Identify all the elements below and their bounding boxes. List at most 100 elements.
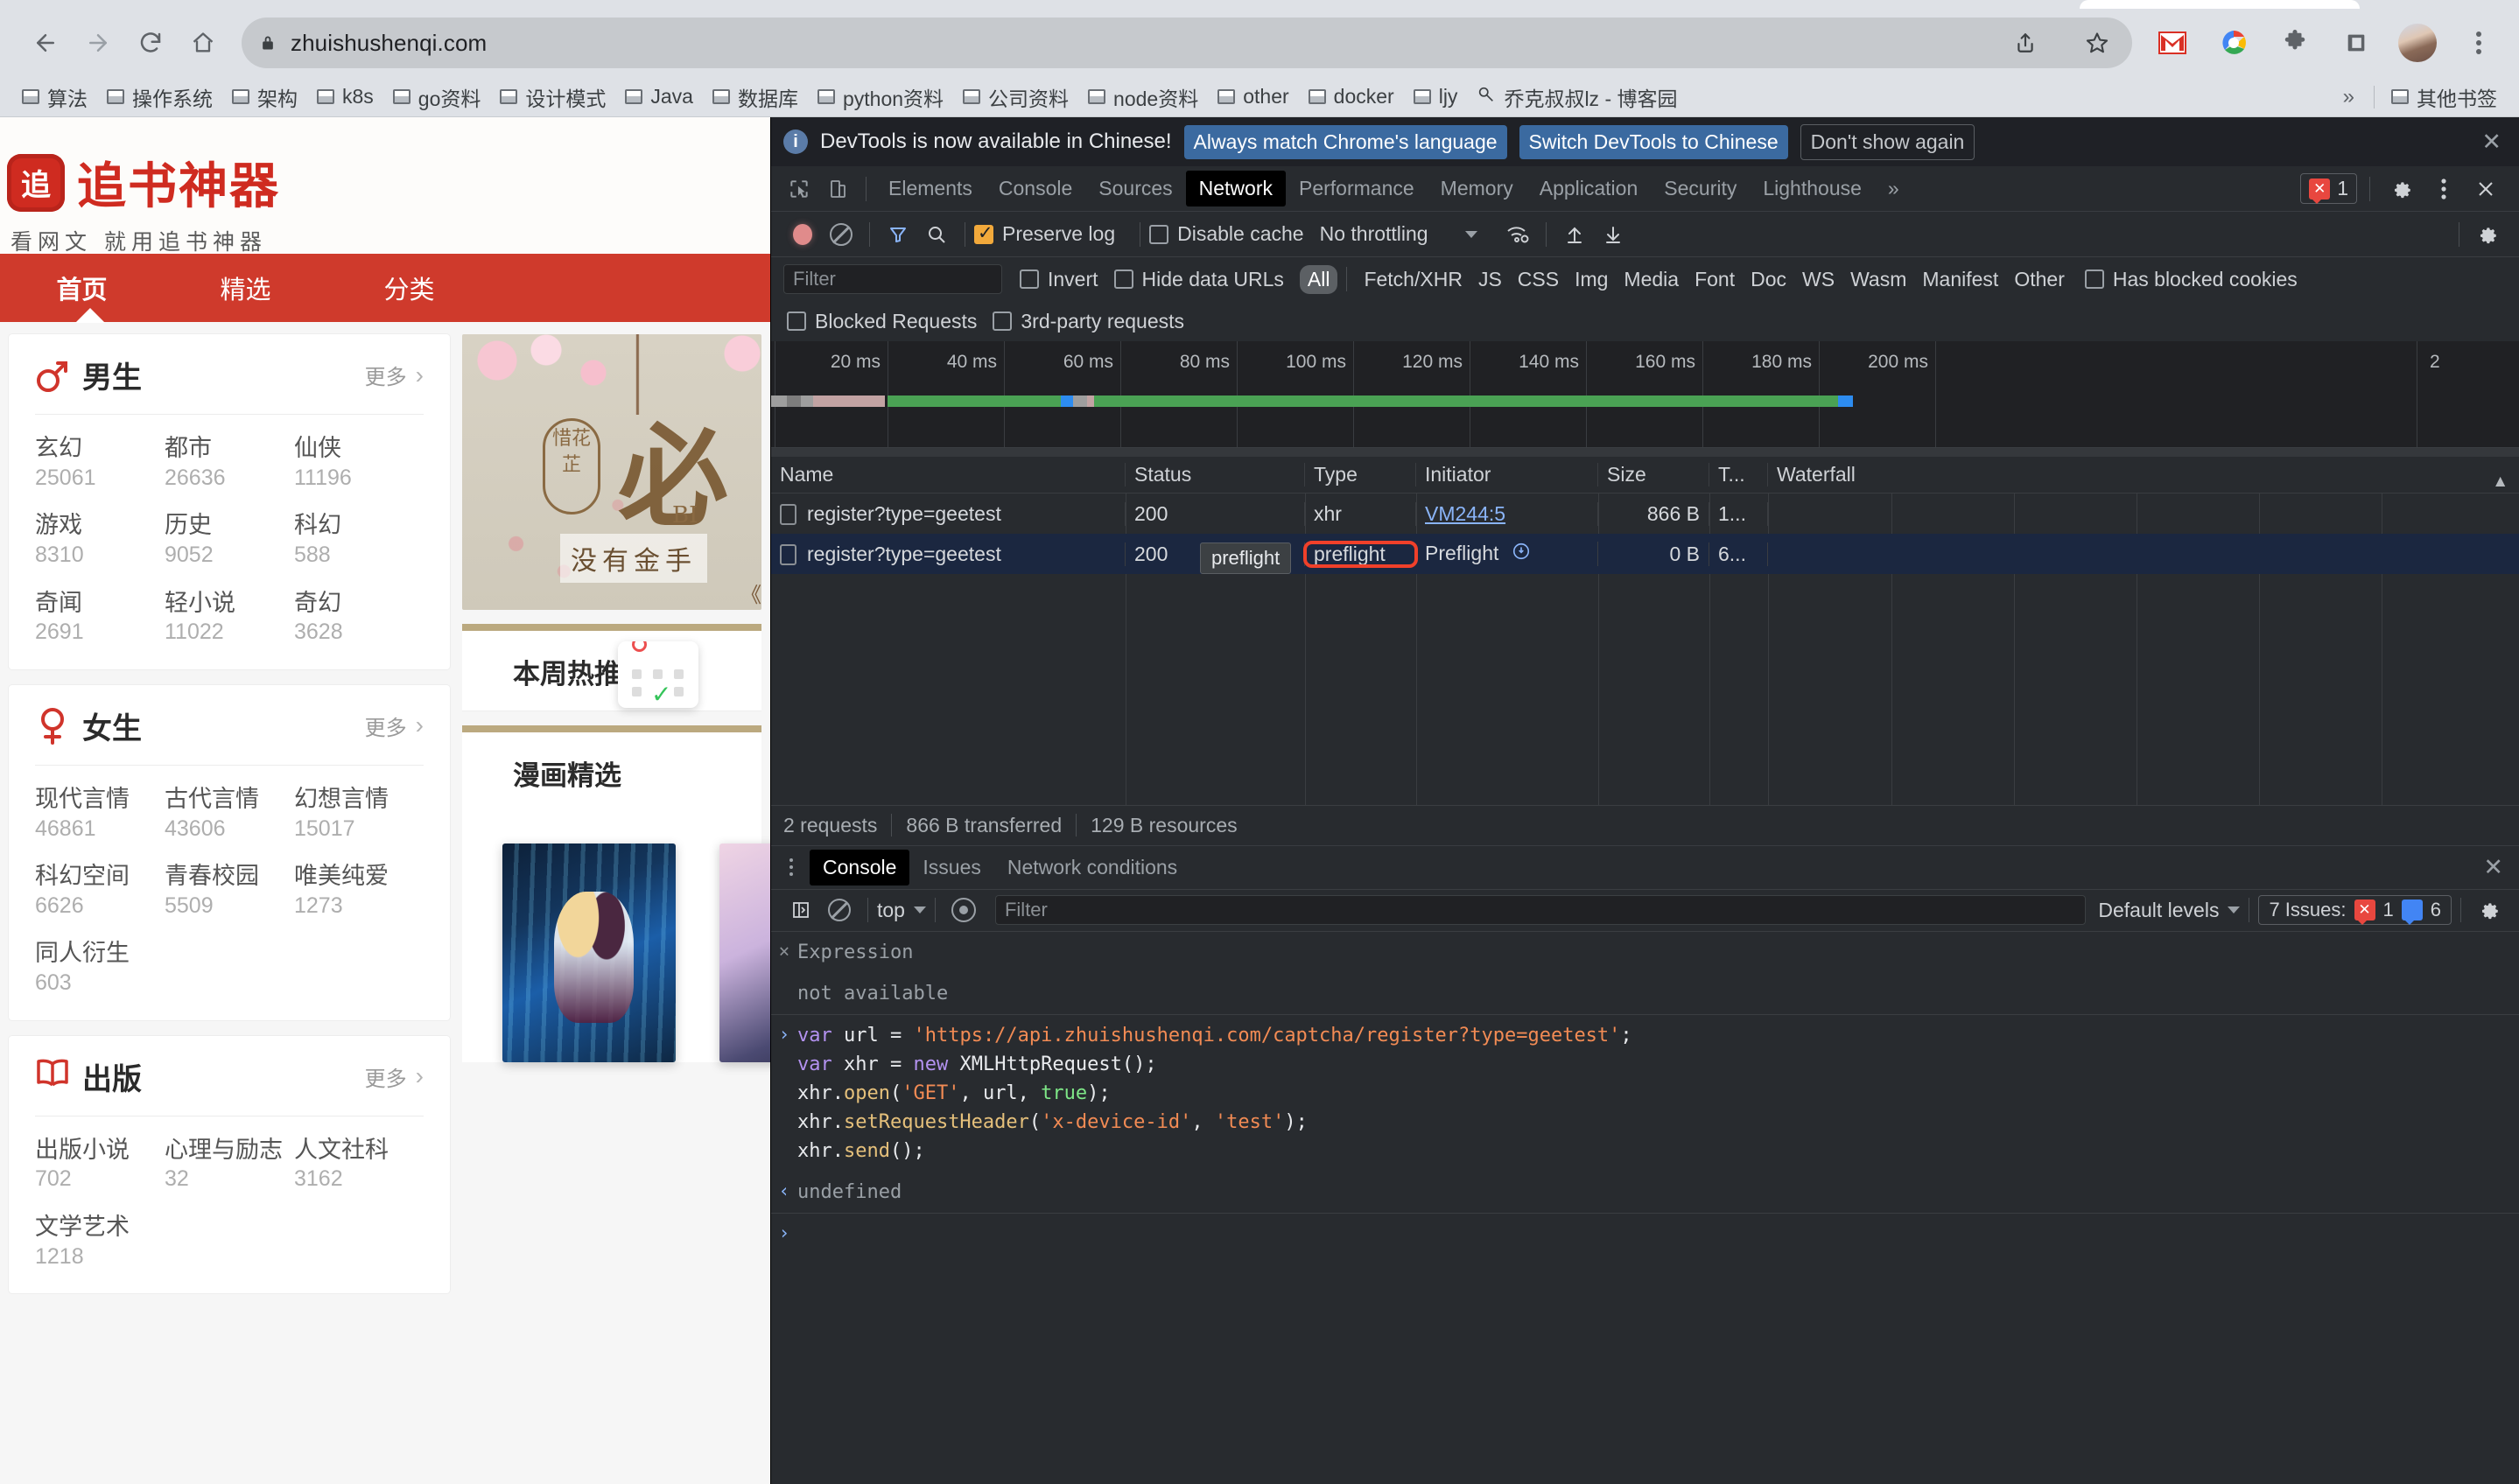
devtools-settings-gear-icon[interactable]: [2382, 172, 2421, 206]
bookmark-link-blog[interactable]: 乔克叔叔lz - 博客园: [1467, 79, 1687, 116]
console-levels-select[interactable]: Default levels: [2098, 899, 2219, 922]
drawer-tab-issues[interactable]: Issues: [909, 850, 993, 886]
request-name-cell[interactable]: register?type=geetest: [771, 542, 1126, 566]
devtools-tab-elements[interactable]: Elements: [875, 171, 986, 206]
bookmark-item[interactable]: 数据库: [703, 79, 808, 116]
chrome-menu-icon[interactable]: [2458, 22, 2500, 64]
drawer-tab-network-conditions[interactable]: Network conditions: [994, 850, 1190, 886]
bookmark-item[interactable]: 算法: [12, 79, 97, 116]
network-filter-input[interactable]: [783, 264, 1002, 294]
google-extension-icon[interactable]: [2213, 22, 2255, 64]
forward-button[interactable]: [72, 17, 124, 69]
bookmark-item[interactable]: ljy: [1404, 81, 1468, 112]
category-item[interactable]: 古代言情 43606: [165, 785, 294, 843]
close-icon[interactable]: ✕: [2481, 129, 2507, 156]
bookmark-item[interactable]: go资料: [383, 79, 491, 116]
console-prompt-row[interactable]: ›: [771, 1214, 2519, 1254]
bookmark-item[interactable]: 设计模式: [490, 79, 615, 116]
book-cover[interactable]: [502, 844, 676, 1062]
resource-type-img[interactable]: Img: [1567, 265, 1616, 294]
category-item[interactable]: 人文社科 3162: [294, 1136, 424, 1194]
disable-cache-checkbox[interactable]: [1149, 224, 1169, 244]
gmail-extension-icon[interactable]: [2151, 22, 2193, 64]
resource-type-manifest[interactable]: Manifest: [1914, 265, 2006, 294]
search-icon[interactable]: [917, 217, 956, 252]
chevron-down-icon[interactable]: [913, 906, 926, 914]
hide-data-urls-checkbox[interactable]: [1113, 270, 1133, 289]
site-nav-item-category[interactable]: 分类: [327, 270, 491, 306]
column-header-status[interactable]: Status: [1126, 463, 1305, 486]
devtools-more-menu-icon[interactable]: [2424, 172, 2463, 206]
avatar[interactable]: [2396, 22, 2438, 64]
promo-banner[interactable]: 惜花芷 必 BI 没有金手 《惜: [462, 334, 761, 610]
resource-type-all[interactable]: All: [1299, 264, 1338, 294]
bookmarks-overflow-button[interactable]: »: [2331, 85, 2367, 109]
category-item[interactable]: 科幻空间 6626: [35, 862, 165, 920]
resource-type-media[interactable]: Media: [1616, 265, 1687, 294]
blocked-requests-checkbox[interactable]: [787, 312, 806, 331]
console-settings-gear-icon[interactable]: [2470, 892, 2508, 928]
bookmark-item[interactable]: docker: [1299, 81, 1404, 112]
site-nav-item-featured[interactable]: 精选: [164, 270, 327, 306]
device-toolbar-icon[interactable]: [2335, 22, 2377, 64]
chevron-down-icon[interactable]: [1464, 230, 1477, 238]
address-bar[interactable]: zhuishushenqi.com: [242, 18, 2132, 68]
network-settings-gear-icon[interactable]: [2468, 217, 2507, 252]
category-item[interactable]: 幻想言情 15017: [294, 785, 424, 843]
network-overview-timeline[interactable]: 20 ms 40 ms 60 ms 80 ms 100 ms 120 ms 14…: [771, 341, 2519, 448]
download-har-icon[interactable]: [1594, 217, 1632, 252]
devtools-tab-console[interactable]: Console: [986, 171, 1085, 206]
console-filter-input[interactable]: [994, 895, 2087, 926]
devtools-tab-performance[interactable]: Performance: [1286, 171, 1428, 206]
preflight-info-icon[interactable]: [1512, 542, 1531, 566]
bookmark-item[interactable]: node资料: [1078, 79, 1208, 116]
error-count-badge[interactable]: ✕ 1: [2300, 173, 2357, 204]
book-cover[interactable]: [719, 844, 770, 1062]
category-item[interactable]: 心理与励志 32: [165, 1136, 294, 1194]
dont-show-again-button[interactable]: Don't show again: [1800, 123, 1975, 160]
resource-type-wasm[interactable]: Wasm: [1842, 265, 1914, 294]
column-header-type[interactable]: Type: [1305, 463, 1416, 486]
bookmark-item[interactable]: 架构: [222, 79, 307, 116]
has-blocked-cookies-checkbox[interactable]: [2084, 270, 2104, 289]
table-row[interactable]: register?type=geetest 200 xhr VM244:5 86…: [771, 494, 2519, 534]
category-item[interactable]: 奇幻 3628: [294, 589, 424, 647]
puzzle-extensions-icon[interactable]: [2274, 22, 2316, 64]
bookmark-item[interactable]: python资料: [808, 79, 953, 116]
request-initiator-cell[interactable]: VM244:5: [1416, 501, 1598, 526]
site-nav-item-home[interactable]: 首页: [0, 270, 164, 306]
bookmark-item[interactable]: other: [1208, 81, 1298, 112]
clear-console-icon[interactable]: [820, 892, 859, 928]
category-item[interactable]: 现代言情 46861: [35, 785, 165, 843]
category-more-link[interactable]: 更多 ›: [365, 710, 424, 741]
devtools-tabs-overflow[interactable]: »: [1875, 171, 1912, 206]
close-icon[interactable]: ×: [771, 938, 797, 967]
issues-badge[interactable]: 7 Issues: ✕ 1 6: [2258, 895, 2452, 926]
category-item[interactable]: 玄幻 25061: [35, 434, 165, 492]
bookmark-item[interactable]: 公司资料: [953, 79, 1078, 116]
column-header-time[interactable]: T...: [1709, 463, 1768, 486]
drawer-more-menu-icon[interactable]: [780, 858, 803, 877]
category-item[interactable]: 唯美纯爱 1273: [294, 862, 424, 920]
console-context-select[interactable]: top: [877, 899, 905, 922]
resource-type-js[interactable]: JS: [1470, 265, 1510, 294]
resource-type-ws[interactable]: WS: [1794, 265, 1842, 294]
column-header-size[interactable]: Size: [1598, 463, 1709, 486]
browser-tab[interactable]: [2080, 0, 2360, 9]
third-party-requests-checkbox[interactable]: [993, 312, 1013, 331]
column-header-initiator[interactable]: Initiator: [1416, 463, 1598, 486]
category-item[interactable]: 历史 9052: [165, 511, 294, 569]
filter-icon[interactable]: [879, 217, 917, 252]
category-item[interactable]: 同人衍生 603: [35, 939, 165, 997]
devtools-tab-network[interactable]: Network: [1185, 171, 1286, 206]
console-sidebar-toggle-icon[interactable]: [782, 892, 820, 928]
inspect-element-icon[interactable]: [780, 172, 818, 206]
console-output[interactable]: × Expression not available › var url = '…: [771, 932, 2519, 1484]
clear-network-log-icon[interactable]: [822, 217, 860, 252]
switch-devtools-language-button[interactable]: Switch DevTools to Chinese: [1519, 124, 1788, 159]
column-header-name[interactable]: Name: [771, 463, 1126, 486]
devtools-tab-security[interactable]: Security: [1651, 171, 1750, 206]
throttling-select[interactable]: No throttling: [1320, 222, 1428, 246]
resource-type-other[interactable]: Other: [2006, 265, 2073, 294]
devtools-tab-sources[interactable]: Sources: [1085, 171, 1185, 206]
